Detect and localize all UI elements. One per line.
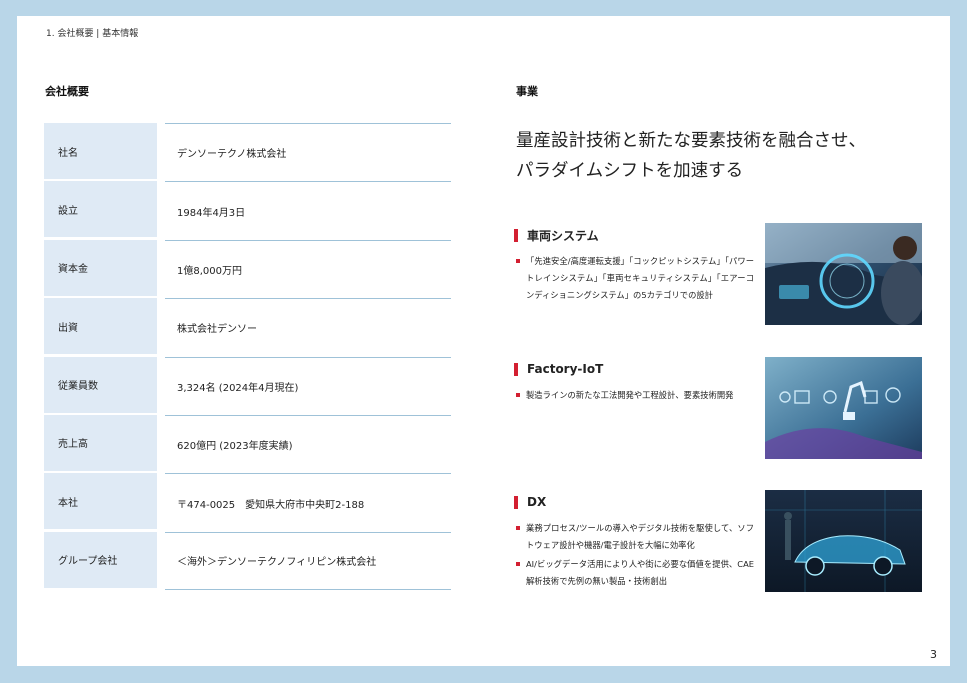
row-label: 設立 [44, 181, 157, 238]
accent-bar [514, 228, 518, 242]
vehicle-cockpit-image [765, 223, 922, 325]
table-row: 社名 デンソーテクノ株式会社 [44, 123, 451, 181]
business-dx: DX 業務プロセス/ツールの導入やデジタル技術を駆使して、ソフトウェア設計や機器… [514, 494, 754, 592]
business-heading: 事業 [516, 85, 538, 98]
table-row: 設立 1984年4月3日 [44, 181, 451, 239]
row-value: 620億円 (2023年度実績) [165, 414, 451, 473]
business-vehicle-systems: 車両システム 「先進安全/高度運転支援」「コックピットシステム」「パワートレイン… [514, 227, 754, 306]
row-value: デンソーテクノ株式会社 [165, 123, 451, 181]
accent-bar [514, 362, 518, 376]
accent-bar [514, 495, 518, 509]
bullet-icon [516, 562, 520, 566]
row-value: 1億8,000万円 [165, 239, 451, 298]
business-description: AI/ビッグデータ活用により人や街に必要な価値を提供、CAE解析技術で先例の無い… [526, 559, 754, 586]
dx-digital-car-image [765, 490, 922, 592]
document-page: 1. 会社概要 | 基本情報 会社概要 事業 社名 デンソーテクノ株式会社 設立… [17, 16, 950, 666]
bullet-icon [516, 259, 520, 263]
table-row: 出資 株式会社デンソー [44, 298, 451, 356]
company-info-table: 社名 デンソーテクノ株式会社 設立 1984年4月3日 資本金 1億8,000万… [44, 123, 451, 591]
row-label: 社名 [44, 123, 157, 179]
row-label: 出資 [44, 298, 157, 355]
headline-line-2: パラダイムシフトを加速する [516, 161, 744, 181]
business-title: DX [527, 495, 547, 509]
row-value: 3,324名 (2024年4月現在) [165, 356, 451, 415]
row-value: 株式会社デンソー [165, 298, 451, 356]
table-row: 資本金 1億8,000万円 [44, 239, 451, 298]
page-number: 3 [930, 648, 937, 661]
row-label: 売上高 [44, 414, 157, 471]
business-title: Factory-IoT [527, 362, 604, 376]
table-row: グループ会社 ＜海外＞デンソーテクノフィリピン株式会社 [44, 531, 451, 591]
breadcrumb: 1. 会社概要 | 基本情報 [46, 29, 139, 39]
row-label: 従業員数 [44, 356, 157, 413]
list-item: 製造ラインの新たな工法開発や工程設計、要素技術開発 [514, 387, 754, 404]
business-factory-iot: Factory-IoT 製造ラインの新たな工法開発や工程設計、要素技術開発 [514, 361, 754, 406]
bullet-icon [516, 393, 520, 397]
row-label: グループ会社 [44, 531, 157, 588]
factory-iot-image [765, 357, 922, 459]
headline-line-1: 量産設計技術と新たな要素技術を融合させ、 [516, 131, 866, 151]
list-item: AI/ビッグデータ活用により人や街に必要な価値を提供、CAE解析技術で先例の無い… [514, 556, 754, 590]
business-description: 製造ラインの新たな工法開発や工程設計、要素技術開発 [526, 390, 734, 400]
business-headline: 量産設計技術と新たな要素技術を融合させ、 パラダイムシフトを加速する [516, 126, 936, 186]
table-row: 本社 〒474-0025 愛知県大府市中央町2-188 [44, 473, 451, 531]
list-item: 業務プロセス/ツールの導入やデジタル技術を駆使して、ソフトウェア設計や機器/電子… [514, 520, 754, 554]
company-overview-heading: 会社概要 [45, 85, 89, 98]
list-item: 「先進安全/高度運転支援」「コックピットシステム」「パワートレインシステム」「車… [514, 253, 754, 304]
row-value: 1984年4月3日 [165, 181, 451, 239]
row-value: ＜海外＞デンソーテクノフィリピン株式会社 [165, 531, 451, 591]
row-value: 〒474-0025 愛知県大府市中央町2-188 [165, 473, 451, 531]
table-row: 従業員数 3,324名 (2024年4月現在) [44, 356, 451, 415]
bullet-icon [516, 526, 520, 530]
business-title: 車両システム [527, 228, 599, 243]
business-description: 業務プロセス/ツールの導入やデジタル技術を駆使して、ソフトウェア設計や機器/電子… [526, 523, 754, 550]
table-row: 売上高 620億円 (2023年度実績) [44, 414, 451, 473]
business-description: 「先進安全/高度運転支援」「コックピットシステム」「パワートレインシステム」「車… [526, 256, 754, 300]
row-label: 資本金 [44, 239, 157, 296]
row-label: 本社 [44, 473, 157, 530]
